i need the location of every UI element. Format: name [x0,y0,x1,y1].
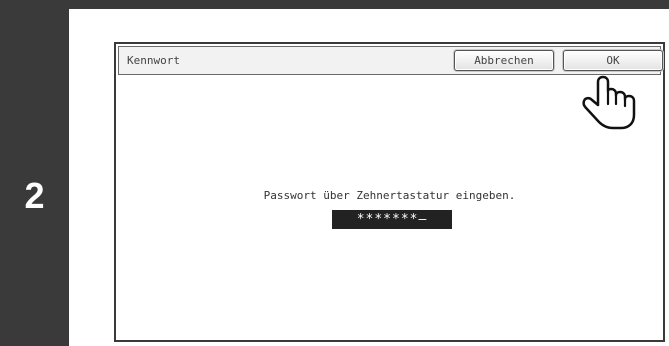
pointing-hand-icon [582,75,636,130]
step-bar: 2 [0,0,69,346]
dialog-header: Kennwort Abbrechen OK [118,46,663,75]
dialog-title: Kennwort [127,54,180,67]
step-number: 2 [24,175,45,216]
cancel-button[interactable]: Abbrechen [454,50,554,71]
header-divider [69,0,669,9]
ok-button[interactable]: OK [563,50,663,71]
password-prompt: Passwort über Zehnertastatur eingeben. [263,189,516,202]
password-field[interactable]: *******— [332,210,452,229]
